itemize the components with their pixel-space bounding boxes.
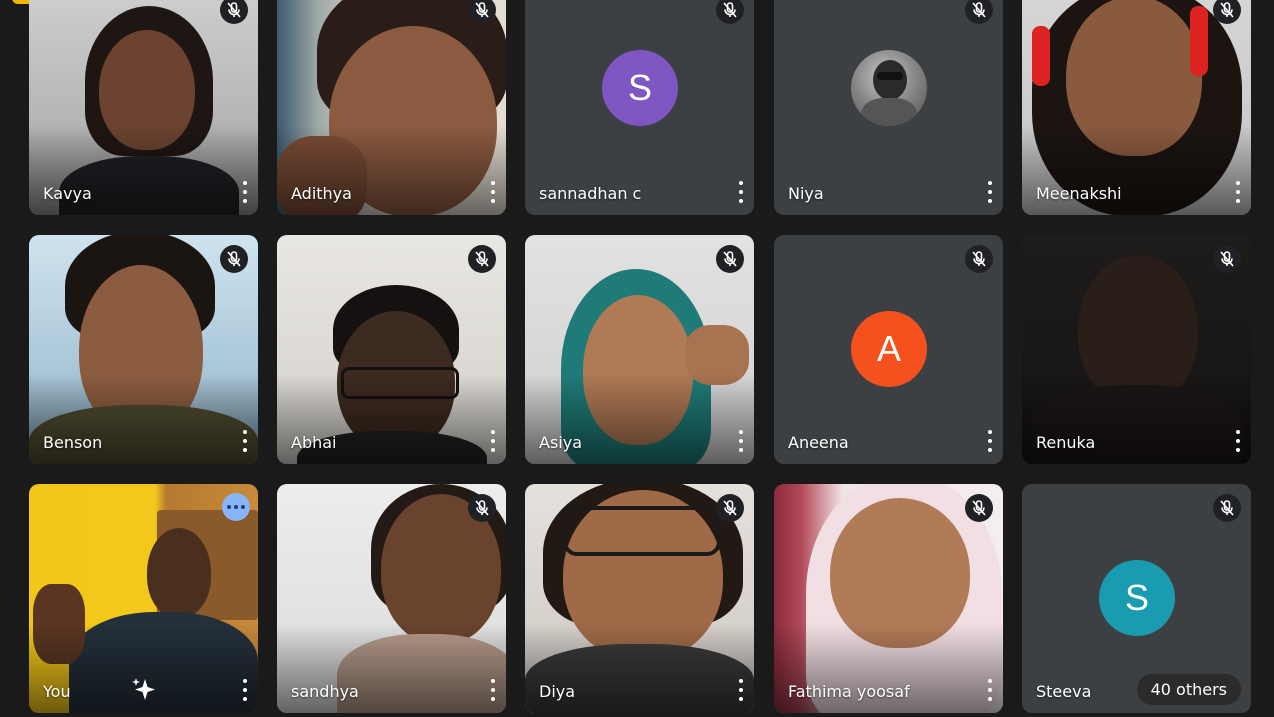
avatar: S [602, 50, 678, 126]
others-count-button[interactable]: 40 others [1136, 674, 1241, 705]
person-face [147, 528, 211, 618]
mic-off-icon [965, 0, 993, 24]
participant-name: Renuka [1036, 433, 1096, 452]
more-vert-icon[interactable] [240, 181, 250, 203]
mic-off-icon [716, 245, 744, 273]
participant-name: Steeva [1036, 682, 1092, 701]
more-vert-icon[interactable] [488, 679, 498, 701]
more-vert-icon[interactable] [488, 430, 498, 452]
participant-tile-steeva[interactable]: S Steeva 40 others [1022, 484, 1251, 713]
avatar [851, 50, 927, 126]
mic-off-icon [1213, 0, 1241, 24]
participant-tile-niya[interactable]: Niya [774, 0, 1003, 215]
avatar: A [851, 311, 927, 387]
participant-name: You [43, 682, 71, 701]
participant-tile-you[interactable]: You [29, 484, 258, 713]
participant-name: Meenakshi [1036, 184, 1122, 203]
participant-name: Kavya [43, 184, 92, 203]
headphones [1032, 26, 1050, 86]
mic-off-icon [468, 0, 496, 24]
participant-name: Aneena [788, 433, 849, 452]
more-vert-icon[interactable] [1233, 181, 1243, 203]
participant-name: Adithya [291, 184, 352, 203]
glasses [563, 506, 721, 556]
participant-name: Asiya [539, 433, 582, 452]
more-vert-icon[interactable] [1233, 430, 1243, 452]
mic-off-icon [220, 245, 248, 273]
more-vert-icon[interactable] [736, 181, 746, 203]
participant-tile-diya[interactable]: Diya [525, 484, 754, 713]
more-horiz-icon[interactable] [222, 493, 250, 521]
mic-off-icon [1213, 494, 1241, 522]
mic-off-icon [220, 0, 248, 24]
participant-tile-adithya[interactable]: Adithya [277, 0, 506, 215]
mic-off-icon [965, 494, 993, 522]
participant-name: Fathima yoosaf [788, 682, 910, 701]
participant-tile-kavya[interactable]: Kavya [29, 0, 258, 215]
participant-tile-sannadhan[interactable]: S sannadhan c [525, 0, 754, 215]
participant-name: Abhai [291, 433, 337, 452]
more-vert-icon[interactable] [240, 679, 250, 701]
participant-name: Niya [788, 184, 824, 203]
participant-tile-meenakshi[interactable]: Meenakshi [1022, 0, 1251, 215]
mic-off-icon [716, 494, 744, 522]
mic-off-icon [1213, 245, 1241, 273]
more-vert-icon[interactable] [985, 679, 995, 701]
participant-name: sandhya [291, 682, 359, 701]
mic-off-icon [716, 0, 744, 24]
sparkle-icon[interactable] [129, 675, 159, 705]
more-vert-icon[interactable] [736, 679, 746, 701]
participant-tile-benson[interactable]: Benson [29, 235, 258, 464]
more-vert-icon[interactable] [985, 181, 995, 203]
participant-tile-aneena[interactable]: A Aneena [774, 235, 1003, 464]
participant-tile-asiya[interactable]: Asiya [525, 235, 754, 464]
participant-tile-sandhya[interactable]: sandhya [277, 484, 506, 713]
participant-tile-renuka[interactable]: Renuka [1022, 235, 1251, 464]
more-vert-icon[interactable] [985, 430, 995, 452]
more-vert-icon[interactable] [488, 181, 498, 203]
mic-off-icon [965, 245, 993, 273]
more-vert-icon[interactable] [240, 430, 250, 452]
participant-tile-abhai[interactable]: Abhai [277, 235, 506, 464]
mic-off-icon [468, 245, 496, 273]
participant-name: Benson [43, 433, 103, 452]
mic-off-icon [468, 494, 496, 522]
participant-name: sannadhan c [539, 184, 642, 203]
avatar: S [1099, 560, 1175, 636]
headphones [1190, 6, 1208, 76]
participant-tile-fathima[interactable]: Fathima yoosaf [774, 484, 1003, 713]
participant-name: Diya [539, 682, 576, 701]
more-vert-icon[interactable] [736, 430, 746, 452]
